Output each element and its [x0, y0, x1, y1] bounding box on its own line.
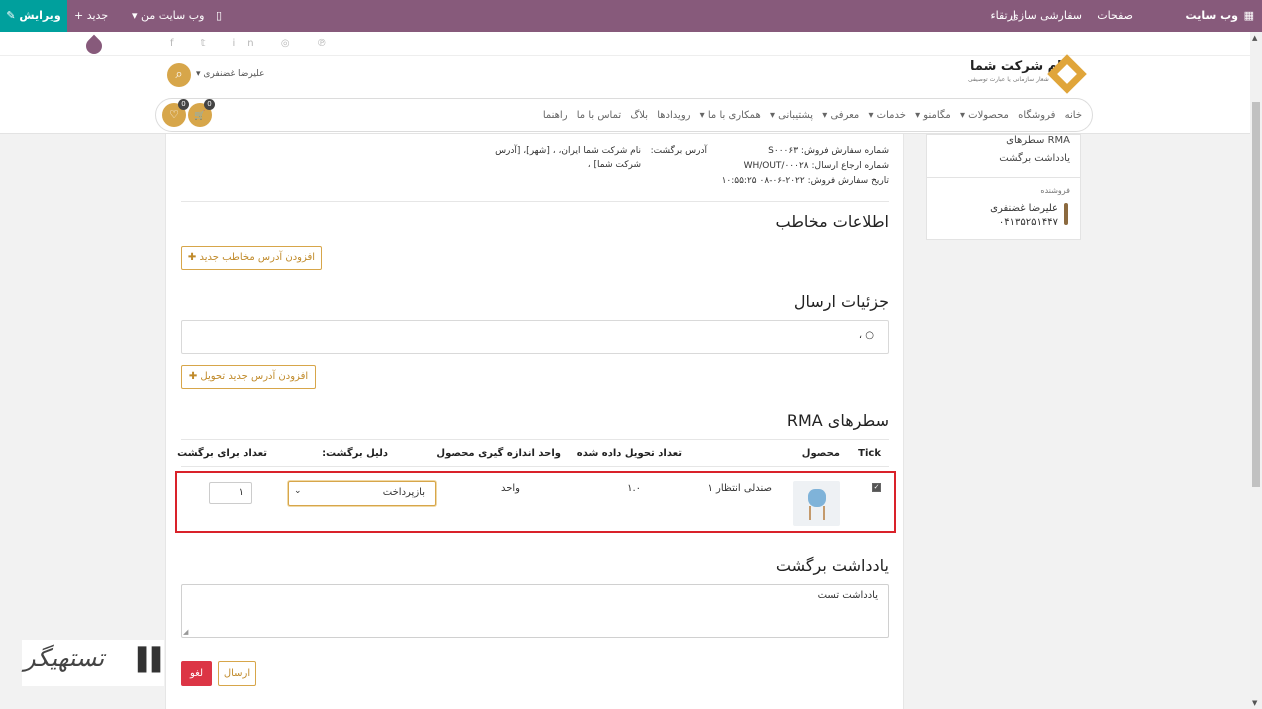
apps-grid-icon[interactable]: ▦: [1244, 0, 1254, 32]
add-contact-address-button[interactable]: ✚ افزودن آدرس مخاطب جدید: [181, 246, 322, 270]
chair-seat-shape: [808, 489, 826, 507]
resize-grip-icon[interactable]: ◢: [183, 628, 188, 636]
main-nav: خانه فروشگاه محصولات ▾ مگامنو ▾ خدمات ▾ …: [155, 98, 1093, 132]
nav-products[interactable]: محصولات ▾: [960, 110, 1009, 121]
wishlist-count: 0: [178, 99, 189, 110]
return-note-value: یادداشت تست: [817, 590, 878, 601]
return-reason-value: بازپرداخت: [382, 487, 425, 498]
nav-home[interactable]: خانه: [1065, 110, 1082, 121]
sidebar-link-return-note[interactable]: یادداشت برگشت: [999, 153, 1070, 164]
rma-row-checkbox[interactable]: ✓: [872, 483, 881, 492]
search-icon[interactable]: ⌕: [167, 63, 191, 87]
cart-icon: 🛒: [194, 111, 206, 121]
return-note-textarea[interactable]: یادداشت تست ◢: [181, 584, 889, 638]
nav-services[interactable]: خدمات ▾: [868, 110, 905, 121]
shipping-address-value: ○ ،: [858, 330, 874, 341]
wishlist-button[interactable]: ♡ 0: [162, 99, 189, 127]
social-icons[interactable]: f 𝕥 in ◎ ℗: [170, 38, 339, 49]
chevron-down-icon: ⌄: [294, 486, 302, 496]
topbar-pages[interactable]: صفحات: [1097, 0, 1133, 32]
seller-name: علیرضا غضنفری: [990, 203, 1058, 214]
rma-header-divider: [181, 466, 889, 467]
col-return-reason: دلیل برگشت:: [322, 448, 388, 459]
col-uom: واحد اندازه گیری محصول: [436, 448, 561, 459]
nav-about[interactable]: معرفی ▾: [822, 110, 859, 121]
nav-support[interactable]: پشتیبانی ▾: [770, 110, 813, 121]
nav-blog[interactable]: بلاگ: [630, 110, 648, 121]
logo-name[interactable]: نام شرکت شما: [970, 59, 1067, 74]
watermark-text: تستهیگر: [24, 644, 105, 672]
return-qty-input[interactable]: ۱: [209, 482, 252, 504]
nav-shop[interactable]: فروشگاه: [1018, 110, 1055, 121]
drop-marker-icon: [82, 34, 106, 58]
order-divider: [181, 201, 889, 202]
mobile-preview-icon[interactable]: ▯: [216, 0, 222, 32]
rma-row-highlight: [175, 471, 896, 533]
rma-lines-title: سطرهای RMA: [786, 411, 889, 430]
col-return-qty: تعداد برای برگشت: [177, 448, 267, 459]
user-menu[interactable]: ▾ علیرضا غضنفری: [196, 69, 264, 79]
nav-help[interactable]: راهنما: [543, 110, 568, 121]
rma-row-uom: واحد: [500, 483, 520, 494]
shipping-details-title: جزئیات ارسال: [793, 292, 889, 311]
nav-contact[interactable]: تماس با ما: [577, 110, 621, 121]
nav-careers[interactable]: همکاری با ما ▾: [700, 110, 761, 121]
watermark-mark-icon: ▌▌: [138, 648, 169, 673]
new-button[interactable]: + جدید: [74, 0, 108, 32]
col-tick: Tick: [858, 448, 881, 459]
return-address-line1: نام شرکت شما ایران، ، [شهر]، [آدرس: [495, 146, 641, 156]
nav-events[interactable]: رویدادها: [657, 110, 690, 121]
return-qty-value: ۱: [238, 487, 244, 498]
scroll-down-icon[interactable]: ▼: [1252, 699, 1257, 707]
rma-row-delivered-qty: ۱.۰: [627, 483, 641, 494]
sidebar-link-rma-lines[interactable]: سطرهای RMA: [1006, 135, 1070, 146]
cart-button[interactable]: 🛒 0: [188, 99, 215, 127]
page-scrollbar[interactable]: ▲ ▼: [1250, 32, 1262, 709]
return-note-title: یادداشت برگشت: [775, 556, 889, 575]
scroll-up-icon[interactable]: ▲: [1252, 34, 1257, 42]
contact-info-title: اطلاعات مخاطب: [775, 212, 889, 231]
watermark-logo: تستهیگر ▌▌: [22, 640, 169, 686]
rma-table-top-border: [181, 439, 889, 440]
seller-phone: ۰۴۱۳۵۲۵۱۴۴۷: [998, 217, 1058, 228]
seller-avatar: [1064, 203, 1068, 225]
edit-button[interactable]: ✎ ویرایش: [0, 0, 67, 32]
side-panel: سطرهای RMA یادداشت برگشت فروشنده علیرضا …: [926, 134, 1081, 240]
logo-slogan: شعار سازمانی یا عبارت توصیفی: [968, 76, 1049, 83]
cancel-button[interactable]: لغو: [181, 661, 212, 686]
return-address-label: آدرس برگشت:: [650, 146, 707, 156]
nav-menu: خانه فروشگاه محصولات ▾ مگامنو ▾ خدمات ▾ …: [537, 110, 1082, 121]
add-delivery-address-button[interactable]: ✚ افزودن آدرس جدید تحویل: [181, 365, 316, 389]
scroll-thumb[interactable]: [1252, 102, 1260, 487]
sale-order-number: شماره سفارش فروش: S۰۰۰۶۳: [768, 146, 889, 156]
nav-megamenu[interactable]: مگامنو ▾: [915, 110, 951, 121]
delivery-reference: شماره ارجاع ارسال: WH/OUT/۰۰۰۲۸: [743, 161, 889, 171]
sale-order-date: تاریخ سفارش فروش: ۲۰۲۲-۰۶-۰۸ ۱۰:۵۵:۲۵: [721, 176, 889, 186]
admin-topbar: ✎ ویرایش + جدید ▾ وب سایت من ▯ ارتقاء سف…: [0, 0, 1262, 32]
return-reason-select[interactable]: بازپرداخت ⌄: [288, 481, 436, 506]
rma-row-product: صندلی انتظار ۱: [707, 483, 772, 494]
return-address-line2: شرکت شما] ،: [587, 160, 641, 170]
header-divider: [0, 55, 1250, 56]
my-website-dropdown[interactable]: ▾ وب سایت من: [132, 0, 204, 32]
cart-count: 0: [204, 99, 215, 110]
heart-icon: ♡: [169, 108, 179, 121]
website-brand[interactable]: وب سایت: [1186, 0, 1238, 32]
side-divider: [927, 177, 1080, 178]
send-button[interactable]: ارسال: [218, 661, 256, 686]
product-image: [793, 481, 840, 526]
col-delivered-qty: تعداد تحویل داده شده: [576, 448, 682, 459]
shipping-address-box[interactable]: ○ ،: [181, 320, 889, 354]
topbar-customize[interactable]: سفارشی سازی: [1010, 0, 1082, 32]
col-product: محصول: [801, 448, 840, 459]
chair-legs-shape: [809, 506, 825, 520]
site-header: f 𝕥 in ◎ ℗ ⌕ ▾ علیرضا غضنفری نام شرکت شم…: [0, 32, 1250, 134]
seller-label: فروشنده: [1040, 186, 1070, 195]
